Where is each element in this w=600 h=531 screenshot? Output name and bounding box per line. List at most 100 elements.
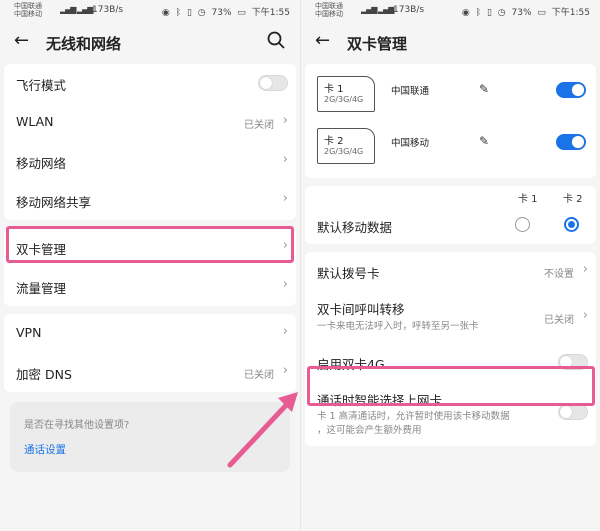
default-dial-row[interactable]: 默认拨号卡 不设置 › [305,252,596,291]
chevron-right-icon: › [282,324,288,339]
page-title: 无线和网络 [46,35,122,53]
alarm-icon: ◷ [497,8,506,18]
edit-icon[interactable]: ✎ [479,82,489,96]
battery-icon: ▭ [537,8,546,18]
status-right: ◉ ᛒ ▯ ◷ 73% ▭ 下午1:55 [459,5,590,18]
call-forward-row[interactable]: 双卡间呼叫转移 一卡来电无法呼入时，呼转至另一张卡 已关闭 › [305,291,596,343]
tethering-row[interactable]: 移动网络共享 › [4,181,296,220]
eye-icon: ◉ [161,8,170,18]
smart-data-toggle[interactable] [558,404,588,420]
default-data-row: 默认移动数据 [305,208,596,244]
signal-icon: ▂▄▆ ▂▄▆ [60,5,93,14]
vibrate-icon: ▯ [486,8,492,18]
call-forward-label: 双卡间呼叫转移 [317,302,405,317]
battery-percent: 73% [211,8,232,18]
chevron-right-icon: › [282,152,288,167]
wlan-label: WLAN [16,114,54,129]
dual-4g-row[interactable]: 启用双卡4G [305,343,596,382]
app-bar: ← 双卡管理 [301,20,600,64]
chevron-right-icon: › [282,363,288,378]
carrier-1: 中国联通 [14,2,42,10]
default-data-label: 默认移动数据 [317,220,393,235]
airplane-mode-row[interactable]: 飞行模式 [4,64,296,103]
carrier-2: 中国移动 [315,10,343,18]
wireless-networks-screen: 中国联通 中国移动 ▂▄▆ ▂▄▆ 173B/s ◉ ᛒ ▯ ◷ 73% ▭ 下… [0,0,300,531]
call-forward-desc: 一卡来电无法呼入时，呼转至另一张卡 [317,321,479,332]
bluetooth-icon: ᛒ [175,8,182,18]
vpn-row[interactable]: VPN › [4,314,296,353]
mobile-network-label: 移动网络 [16,156,67,171]
back-arrow-icon[interactable]: ← [14,30,29,51]
chevron-right-icon: › [282,191,288,206]
back-arrow-icon[interactable]: ← [315,30,330,51]
sim-1-toggle[interactable] [556,82,586,98]
carrier-2: 中国移动 [14,10,42,18]
alarm-icon: ◷ [197,8,206,18]
status-bar: 中国联通 中国移动 ▂▄▆ ▂▄▆ 173B/s ◉ ᛒ ▯ ◷ 73% ▭ 下… [301,0,600,20]
sim-2-operator: 中国移动 [391,138,430,149]
smart-data-row[interactable]: 通话时智能选择上网卡 卡 1 高清通话时，允许暂时使用该卡移动数据 ，这可能会产… [305,382,596,446]
suggestion-question: 是否在寻找其他设置项? [24,420,130,431]
group-sim: 双卡管理 › 流量管理 › [4,228,296,306]
carrier-labels: 中国联通 中国移动 [315,2,343,18]
sim-2-type: 2G/3G/4G [324,147,364,156]
clock: 下午1:55 [551,8,590,18]
private-dns-row[interactable]: 加密 DNS 已关闭 › [4,353,296,392]
wlan-row[interactable]: WLAN 已关闭 › [4,103,296,142]
search-icon[interactable] [266,30,286,50]
sim-2-row: 卡 2 2G/3G/4G 中国移动 ✎ [305,122,596,174]
carrier-1: 中国联通 [315,2,343,10]
net-speed: 173B/s [393,5,425,15]
mobile-network-row[interactable]: 移动网络 › [4,142,296,181]
dual-4g-toggle[interactable] [558,354,588,370]
tethering-label: 移动网络共享 [16,195,92,210]
call-settings-link[interactable]: 通话设置 [24,442,66,457]
signal-icon: ▂▄▆ ▂▄▆ [361,5,394,14]
col-sim-1: 卡 1 [518,194,538,205]
status-bar: 中国联通 中国移动 ▂▄▆ ▂▄▆ 173B/s ◉ ᛒ ▯ ◷ 73% ▭ 下… [0,0,300,20]
eye-icon: ◉ [461,8,470,18]
sim-1-operator: 中国联通 [391,86,430,97]
chevron-right-icon: › [582,262,588,277]
sim-1-name: 卡 1 [324,84,344,95]
group-default-data: 卡 1 卡 2 默认移动数据 [305,186,596,244]
airplane-mode-label: 飞行模式 [16,78,67,93]
chevron-right-icon: › [582,308,588,323]
vpn-label: VPN [16,325,42,340]
data-usage-row[interactable]: 流量管理 › [4,267,296,306]
app-bar: ← 无线和网络 [0,20,300,64]
suggestion-card: 是否在寻找其他设置项? 通话设置 [10,402,290,472]
sim-2-toggle[interactable] [556,134,586,150]
edit-icon[interactable]: ✎ [479,134,489,148]
dual-sim-screen: 中国联通 中国移动 ▂▄▆ ▂▄▆ 173B/s ◉ ᛒ ▯ ◷ 73% ▭ 下… [300,0,600,531]
sim-card-icon: 卡 2 2G/3G/4G [317,128,375,164]
group-vpn: VPN › 加密 DNS 已关闭 › [4,314,296,392]
default-data-sim-1-radio[interactable] [515,217,530,232]
sim-1-type: 2G/3G/4G [324,95,364,104]
dual-4g-label: 启用双卡4G [317,357,385,372]
private-dns-label: 加密 DNS [16,367,72,382]
group-sim-cards: 卡 1 2G/3G/4G 中国联通 ✎ 卡 2 2G/3G/4G 中国移动 ✎ [305,64,596,178]
default-data-sim-2-radio[interactable] [564,217,579,232]
dual-sim-row[interactable]: 双卡管理 › [4,228,296,267]
chevron-right-icon: › [282,277,288,292]
smart-data-desc-1: 卡 1 高清通话时，允许暂时使用该卡移动数据 [317,411,510,422]
default-dial-value: 不设置 [544,269,574,280]
carrier-labels: 中国联通 中国移动 [14,2,42,18]
vibrate-icon: ▯ [186,8,192,18]
sim-column-headers: 卡 1 卡 2 [305,186,596,208]
battery-percent: 73% [511,8,532,18]
col-sim-2: 卡 2 [563,194,583,205]
clock: 下午1:55 [251,8,290,18]
group-call: 默认拨号卡 不设置 › 双卡间呼叫转移 一卡来电无法呼入时，呼转至另一张卡 已关… [305,252,596,446]
battery-icon: ▭ [237,8,246,18]
chevron-right-icon: › [282,113,288,128]
airplane-mode-toggle[interactable] [258,75,288,91]
private-dns-status: 已关闭 [244,370,274,381]
smart-data-desc-2: ，这可能会产生额外费用 [317,425,422,436]
status-right: ◉ ᛒ ▯ ◷ 73% ▭ 下午1:55 [159,5,290,18]
smart-data-label: 通话时智能选择上网卡 [317,393,443,408]
page-title: 双卡管理 [347,35,408,53]
bluetooth-icon: ᛒ [475,8,482,18]
group-basic: 飞行模式 WLAN 已关闭 › 移动网络 › 移动网络共享 › [4,64,296,220]
